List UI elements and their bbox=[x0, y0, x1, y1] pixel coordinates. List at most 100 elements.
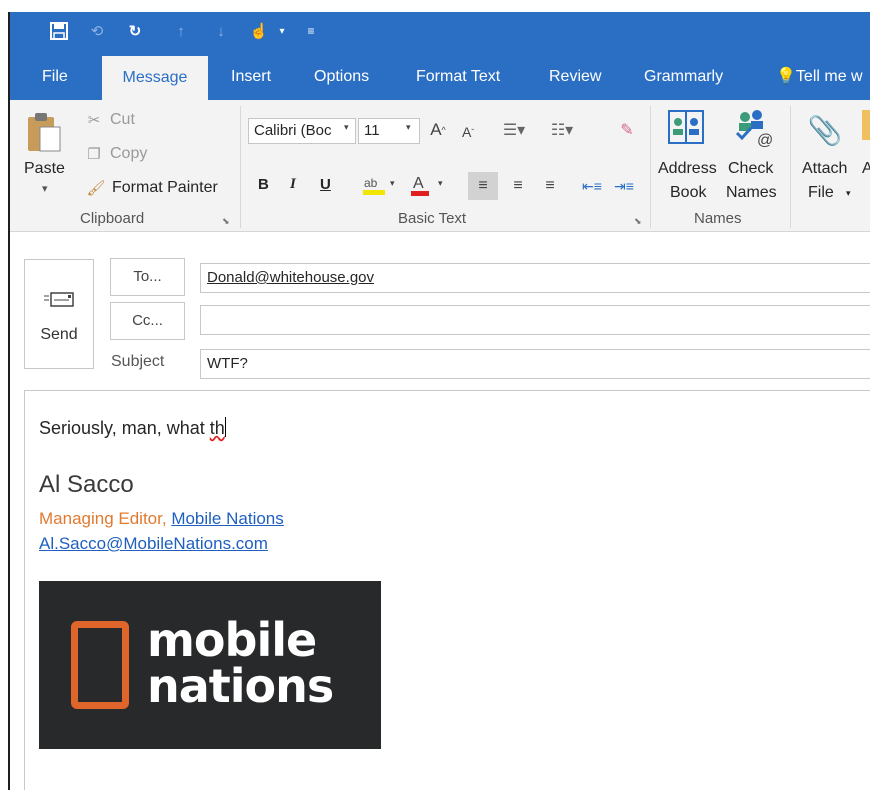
body-text: Seriously, man, what th bbox=[39, 417, 226, 439]
copy-button[interactable]: Copy bbox=[110, 145, 147, 163]
font-color-dropdown-icon[interactable]: ▾ bbox=[438, 178, 443, 189]
italic-button[interactable]: I bbox=[290, 176, 296, 193]
text-caret bbox=[224, 417, 226, 437]
clipboard-launcher-icon[interactable]: ⬊ bbox=[222, 216, 230, 227]
logo-line-1: mobile bbox=[147, 613, 317, 667]
divider bbox=[790, 106, 791, 228]
copy-icon[interactable]: ❐ bbox=[84, 144, 104, 164]
to-recipient[interactable]: Donald@whitehouse.gov bbox=[207, 269, 374, 286]
send-icon bbox=[43, 288, 75, 310]
attach-item-partial[interactable]: A bbox=[862, 160, 870, 178]
attach-file-label-1[interactable]: Attach bbox=[802, 160, 847, 178]
mobile-nations-logo: mobile nations bbox=[39, 581, 381, 749]
logo-phone-mark bbox=[71, 621, 129, 709]
signature-company-link[interactable]: Mobile Nations bbox=[171, 509, 283, 528]
clear-formatting-icon[interactable]: ✎ bbox=[616, 118, 638, 142]
signature-name: Al Sacco bbox=[39, 471, 134, 498]
paste-button[interactable]: Paste bbox=[24, 160, 65, 178]
bold-button[interactable]: B bbox=[258, 176, 269, 193]
shrink-font-icon[interactable]: Aˇ bbox=[458, 120, 478, 144]
clipboard-group-label: Clipboard bbox=[80, 210, 145, 227]
ribbon: Paste ▾ ✂ Cut ❐ Copy 🖌 Format Painter Cl… bbox=[10, 100, 870, 232]
quick-access-toolbar: ⟲ ↻ ↑ ↓ ☝ ▾ ≡ bbox=[10, 12, 870, 52]
attach-item-icon-partial[interactable] bbox=[862, 110, 870, 140]
basic-text-launcher-icon[interactable]: ⬊ bbox=[634, 216, 642, 227]
format-painter-icon[interactable]: 🖌 bbox=[86, 178, 106, 198]
check-names-label-1[interactable]: Check bbox=[728, 160, 773, 178]
font-name-dropdown-icon[interactable]: ▾ bbox=[344, 122, 349, 133]
address-book-label-2[interactable]: Book bbox=[670, 184, 706, 202]
divider bbox=[240, 106, 241, 228]
body-text-start: Seriously, man, what bbox=[39, 418, 210, 438]
font-color-icon[interactable]: A bbox=[408, 172, 432, 198]
bullets-icon[interactable]: ☰▾ bbox=[500, 118, 528, 142]
lightbulb-icon: 💡 bbox=[776, 68, 796, 85]
address-book-label-1[interactable]: Address bbox=[658, 160, 717, 178]
touch-mode-icon[interactable]: ☝ bbox=[248, 20, 270, 42]
undo-icon[interactable]: ⟲ bbox=[86, 20, 108, 42]
attach-file-dropdown-icon[interactable]: ▾ bbox=[846, 188, 851, 199]
font-name-value: Calibri (Boc bbox=[254, 122, 332, 139]
tell-me-label: Tell me w bbox=[795, 68, 863, 85]
font-size-dropdown-icon[interactable]: ▾ bbox=[406, 122, 411, 133]
subject-field[interactable]: WTF? bbox=[200, 349, 870, 379]
names-group-label: Names bbox=[694, 210, 742, 227]
tab-grammarly[interactable]: Grammarly bbox=[640, 62, 727, 100]
customize-toolbar-icon[interactable]: ≡ bbox=[304, 20, 318, 42]
cut-button[interactable]: Cut bbox=[110, 111, 135, 129]
increase-indent-icon[interactable]: ⇥≡ bbox=[610, 172, 638, 200]
tab-review[interactable]: Review bbox=[545, 62, 605, 100]
highlight-dropdown-icon[interactable]: ▾ bbox=[390, 178, 395, 189]
address-book-icon[interactable] bbox=[666, 108, 706, 146]
align-right-icon[interactable]: ≡ bbox=[536, 172, 564, 200]
svg-text:@: @ bbox=[757, 132, 773, 147]
paste-icon[interactable] bbox=[24, 110, 64, 154]
tab-message[interactable]: Message bbox=[102, 56, 208, 100]
to-field[interactable]: Donald@whitehouse.gov bbox=[200, 263, 870, 293]
check-names-icon[interactable]: @ bbox=[732, 106, 778, 148]
underline-button[interactable]: U bbox=[320, 176, 331, 193]
tab-options[interactable]: Options bbox=[310, 62, 373, 100]
signature-email-link[interactable]: Al.Sacco@MobileNations.com bbox=[39, 534, 268, 554]
send-label: Send bbox=[40, 326, 78, 343]
signature-title: Managing Editor, Mobile Nations bbox=[39, 509, 284, 529]
next-item-icon[interactable]: ↓ bbox=[212, 20, 230, 42]
outlook-compose-window: ⟲ ↻ ↑ ↓ ☝ ▾ ≡ File Insert Options Format… bbox=[10, 12, 870, 790]
highlight-icon[interactable]: ab bbox=[360, 172, 388, 198]
svg-text:A: A bbox=[413, 175, 424, 192]
to-button[interactable]: To... bbox=[110, 258, 185, 296]
basic-text-group-label: Basic Text bbox=[398, 210, 467, 227]
paperclip-icon[interactable]: 📎 bbox=[808, 110, 843, 150]
subject-label: Subject bbox=[111, 353, 165, 370]
window-edge bbox=[0, 0, 10, 790]
previous-item-icon[interactable]: ↑ bbox=[172, 20, 190, 42]
message-body[interactable]: Seriously, man, what th Al Sacco Managin… bbox=[24, 390, 870, 790]
touch-mode-dropdown-icon[interactable]: ▾ bbox=[276, 20, 288, 42]
tab-file[interactable]: File bbox=[38, 62, 72, 100]
logo-line-2: nations bbox=[147, 659, 334, 713]
send-button[interactable]: Send bbox=[24, 259, 94, 369]
tab-format-text[interactable]: Format Text bbox=[412, 62, 504, 100]
attach-file-label-2[interactable]: File bbox=[808, 184, 834, 202]
paste-dropdown-icon[interactable]: ▾ bbox=[42, 182, 48, 195]
grow-font-icon[interactable]: A ^ bbox=[428, 118, 448, 142]
font-name-select[interactable]: Calibri (Boc bbox=[248, 118, 356, 144]
align-left-icon[interactable]: ≡ bbox=[468, 172, 498, 200]
logo-wordmark: mobile nations bbox=[147, 613, 334, 713]
format-painter-button[interactable]: Format Painter bbox=[112, 179, 218, 197]
misspelled-word: th bbox=[209, 418, 225, 438]
font-size-value: 11 bbox=[364, 122, 380, 139]
tab-insert[interactable]: Insert bbox=[227, 62, 275, 100]
cut-icon[interactable]: ✂ bbox=[84, 110, 104, 130]
align-center-icon[interactable]: ≡ bbox=[504, 172, 532, 200]
tab-tell-me[interactable]: 💡Tell me w bbox=[772, 62, 867, 100]
save-icon[interactable] bbox=[48, 20, 70, 42]
tab-message-label: Message bbox=[122, 69, 188, 86]
redo-icon[interactable]: ↻ bbox=[124, 20, 146, 42]
cc-field[interactable] bbox=[200, 305, 870, 335]
numbering-icon[interactable]: ☷▾ bbox=[546, 118, 578, 142]
signature-role: Managing Editor, bbox=[39, 509, 172, 528]
decrease-indent-icon[interactable]: ⇤≡ bbox=[578, 172, 606, 200]
check-names-label-2[interactable]: Names bbox=[726, 184, 777, 202]
cc-button[interactable]: Cc... bbox=[110, 302, 185, 340]
